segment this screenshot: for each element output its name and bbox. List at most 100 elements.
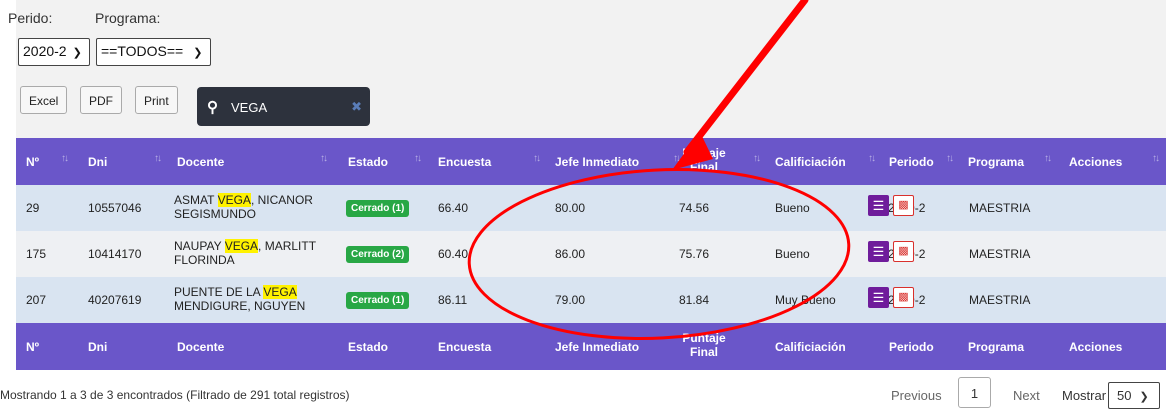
col-calificacion[interactable]: Calificiación xyxy=(775,155,846,169)
sort-icon[interactable]: ↑↓ xyxy=(753,153,761,164)
docente-text: SEGISMUNDO xyxy=(174,207,257,221)
list-icon[interactable]: ☰ xyxy=(868,287,889,308)
periodo-select-value: 2020-2 xyxy=(23,43,67,59)
search-highlight: VEGA xyxy=(217,193,251,207)
docente-text: NAUPAY xyxy=(174,239,225,253)
docente-text: , MARLITT xyxy=(258,239,317,253)
cell-puntaje: 75.76 xyxy=(679,247,710,261)
docente-text: ASMAT xyxy=(174,193,218,207)
chevron-down-icon: ❯ xyxy=(1139,391,1149,403)
page-size-select[interactable]: 50 ❯ xyxy=(1108,382,1160,409)
programa-select[interactable]: ==TODOS== ❯ xyxy=(96,38,211,66)
cell-calificacion: Bueno xyxy=(775,201,810,215)
foot-col-jefe: Jefe Inmediato xyxy=(555,340,640,354)
status-badge: Cerrado (2) xyxy=(346,246,410,263)
col-dni[interactable]: Dni xyxy=(88,155,107,169)
docente-text: PUENTE DE LA xyxy=(174,285,264,299)
periodo-select[interactable]: 2020-2 ❯ xyxy=(18,38,90,66)
cell-encuesta: 66.40 xyxy=(438,201,469,215)
sort-icon[interactable]: ↑↓ xyxy=(61,153,69,164)
col-encuesta[interactable]: Encuesta xyxy=(438,155,491,169)
table-row: 29 10557046 ASMAT VEGA, NICANOR SEGISMUND… xyxy=(16,185,1166,231)
clear-icon[interactable]: ✖ xyxy=(351,99,362,115)
col-programa[interactable]: Programa xyxy=(968,155,1024,169)
cell-jefe: 86.00 xyxy=(555,247,586,261)
cell-programa: MAESTRIA xyxy=(969,201,1031,215)
sort-icon[interactable]: ↑↓ xyxy=(946,153,954,164)
col-n[interactable]: Nº xyxy=(26,155,39,169)
foot-col-calificacion: Calificiación xyxy=(775,340,846,354)
search-value: VEGA xyxy=(231,100,268,115)
cell-puntaje: 74.56 xyxy=(679,201,710,215)
periodo-label: Perido: xyxy=(8,10,53,26)
list-icon[interactable]: ☰ xyxy=(868,195,889,216)
foot-col-puntaje-b: Final xyxy=(689,345,718,359)
table-row: 207 40207619 PUENTE DE LA VEGA MENDIGURE,… xyxy=(16,277,1166,323)
foot-col-encuesta: Encuesta xyxy=(438,340,492,354)
foot-col-dni: Dni xyxy=(88,340,108,354)
col-puntaje-b: Final xyxy=(689,160,718,174)
cell-docente: PUENTE DE LA VEGA MENDIGURE, NGUYEN xyxy=(174,285,305,313)
page-1-button[interactable]: 1 xyxy=(958,377,991,408)
excel-button[interactable]: Excel xyxy=(20,86,68,114)
chevron-down-icon: ❯ xyxy=(72,47,82,59)
cell-docente: NAUPAY VEGA, MARLITT FLORINDA xyxy=(174,239,316,267)
search-icon: ⚲ xyxy=(207,99,218,116)
docente-text: MENDIGURE, NGUYEN xyxy=(174,299,306,313)
foot-col-n: Nº xyxy=(26,340,40,354)
sort-icon[interactable]: ↑↓ xyxy=(868,153,876,164)
cell-dni: 40207619 xyxy=(88,293,142,307)
filter-panel: Perido: Programa: 2020-2 ❯ ==TODOS== ❯ Exc… xyxy=(0,0,1166,138)
foot-col-puntaje-a: Puntaje xyxy=(682,331,726,345)
sort-icon[interactable]: ↑↓ xyxy=(414,153,422,164)
pdf-icon[interactable]: ▩ xyxy=(893,287,914,308)
status-badge: Cerrado (1) xyxy=(346,292,410,309)
table-footer-header: Nº Dni Docente Estado Encuesta Jefe Inme… xyxy=(16,323,1166,370)
foot-col-acciones: Acciones xyxy=(1069,340,1123,354)
docente-text: FLORINDA xyxy=(174,253,235,267)
cell-programa: MAESTRIA xyxy=(969,247,1031,261)
col-docente[interactable]: Docente xyxy=(177,155,224,169)
chevron-down-icon: ❯ xyxy=(193,47,203,59)
programa-select-value: ==TODOS== xyxy=(101,43,184,59)
pdf-icon[interactable]: ▩ xyxy=(893,241,914,262)
search-highlight: VEGA xyxy=(263,285,297,299)
sort-icon[interactable]: ↑↓ xyxy=(673,153,681,164)
sort-icon[interactable]: ↑↓ xyxy=(1044,153,1052,164)
pdf-button[interactable]: PDF xyxy=(80,86,122,114)
cell-dni: 10414170 xyxy=(88,247,142,261)
previous-button[interactable]: Previous xyxy=(891,388,942,403)
sort-icon[interactable]: ↑↓ xyxy=(533,153,541,164)
pdf-icon[interactable]: ▩ xyxy=(893,195,914,216)
cell-docente: ASMAT VEGA, NICANOR SEGISMUNDO xyxy=(174,193,313,221)
foot-col-puntaje: Puntaje Final xyxy=(680,331,728,359)
cell-calificacion: Muy Bueno xyxy=(775,293,836,307)
col-jefe[interactable]: Jefe Inmediato xyxy=(555,155,639,169)
cell-jefe: 80.00 xyxy=(555,201,586,215)
col-acciones[interactable]: Acciones xyxy=(1069,155,1122,169)
page-size-value: 50 xyxy=(1117,388,1132,403)
cell-dni: 10557046 xyxy=(88,201,142,215)
col-puntaje-a: Puntaje xyxy=(682,146,726,160)
search-highlight: VEGA xyxy=(224,239,259,253)
search-input[interactable]: ⚲ VEGA ✖ xyxy=(197,87,370,126)
foot-col-programa: Programa xyxy=(968,340,1025,354)
col-puntaje[interactable]: Puntaje Final xyxy=(680,146,728,174)
list-icon[interactable]: ☰ xyxy=(868,241,889,262)
cell-encuesta: 86.11 xyxy=(438,293,468,307)
mostrar-label: Mostrar xyxy=(1062,388,1107,403)
col-estado[interactable]: Estado xyxy=(348,155,388,169)
foot-col-estado: Estado xyxy=(348,340,389,354)
sort-icon[interactable]: ↑↓ xyxy=(154,153,162,164)
foot-col-periodo: Periodo xyxy=(889,340,934,354)
next-button[interactable]: Next xyxy=(1013,388,1040,403)
print-button[interactable]: Print xyxy=(135,86,178,114)
table-header: Nº ↑↓ Dni ↑↓ Docente ↑↓ Estado ↑↓ Encues… xyxy=(16,138,1166,185)
programa-label: Programa: xyxy=(95,10,161,26)
status-badge: Cerrado (1) xyxy=(346,200,410,217)
sort-icon[interactable]: ↑↓ xyxy=(320,153,328,164)
sort-icon[interactable]: ↑↓ xyxy=(1152,153,1160,164)
cell-calificacion: Bueno xyxy=(775,247,810,261)
col-periodo[interactable]: Periodo xyxy=(889,155,934,169)
cell-encuesta: 60.40 xyxy=(438,247,469,261)
